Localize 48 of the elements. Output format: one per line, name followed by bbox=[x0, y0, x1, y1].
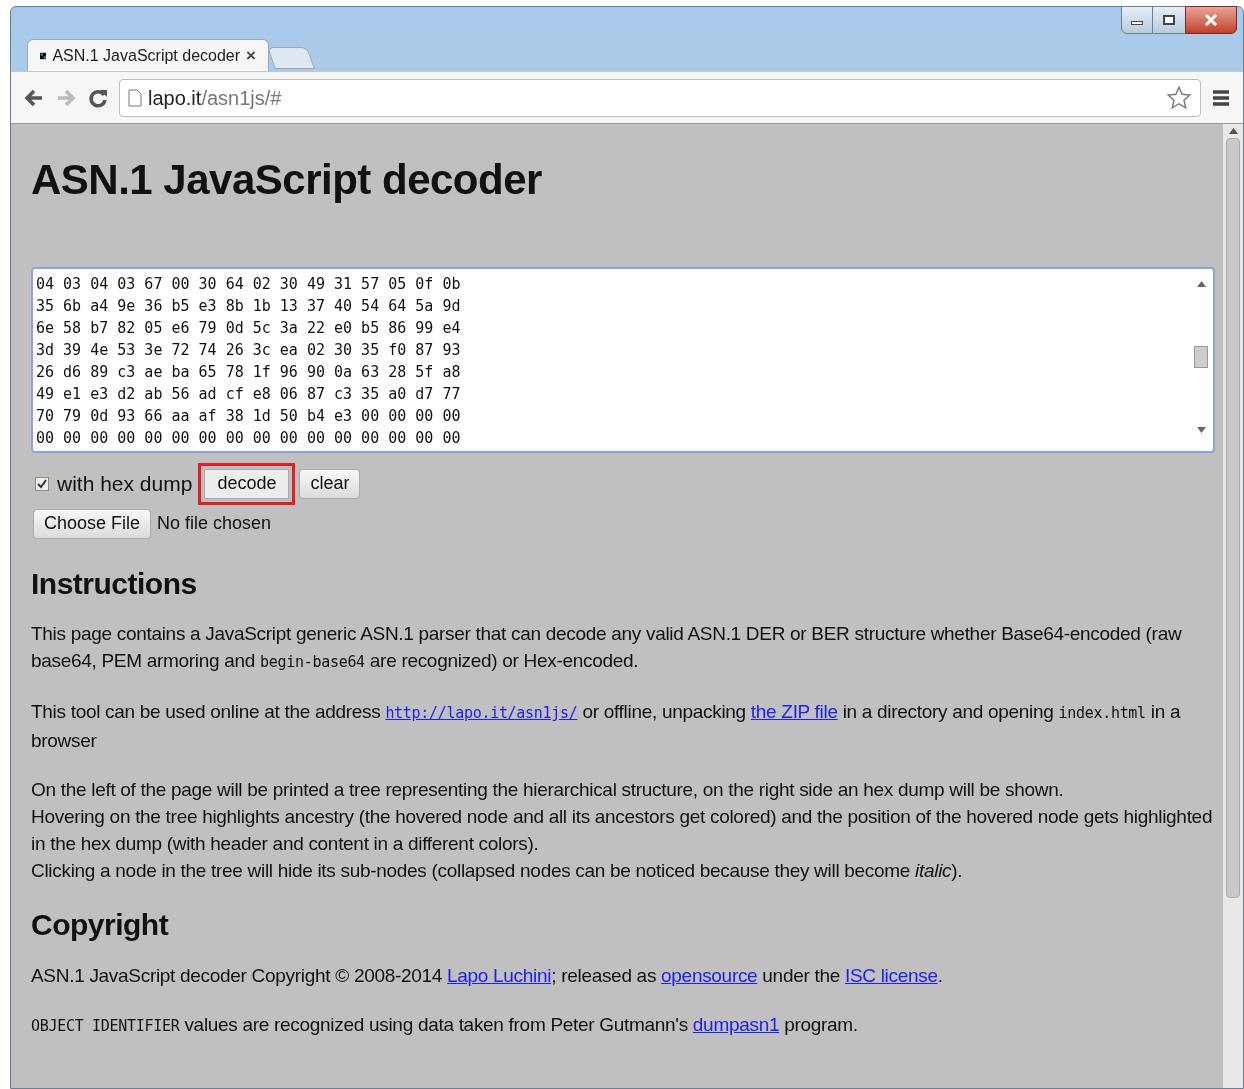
hex-line: 6e 58 b7 82 05 e6 79 0d 5c 3a 22 e0 b5 86 99 e4 bbox=[36, 317, 462, 339]
hex-line: 00 00 00 00 00 00 00 00 00 00 00 00 00 00 00 00 bbox=[36, 427, 462, 449]
url-host: lapo.it bbox=[148, 86, 202, 109]
hex-input-field[interactable] bbox=[31, 266, 1215, 453]
hex-line: 3d 39 4e 53 3e 72 74 26 3c ea 02 30 35 f0 87 93 bbox=[36, 339, 462, 361]
textarea-scroll-thumb[interactable] bbox=[1194, 345, 1208, 368]
section-heading: Copyright bbox=[31, 907, 170, 943]
link[interactable]: dumpasn1 bbox=[692, 1013, 780, 1035]
checkbox[interactable] bbox=[35, 476, 49, 491]
link[interactable]: opensource bbox=[661, 964, 758, 986]
hex-line: 04 03 04 03 67 00 30 64 02 30 49 31 57 05 0f 0b bbox=[36, 273, 462, 295]
hex-line: 49 e1 e3 d2 ab 56 ad cf e8 06 87 c3 35 a0 d7 77 bbox=[36, 383, 462, 405]
choose-file-button[interactable]: Choose File bbox=[33, 508, 152, 539]
scroll-up-icon[interactable] bbox=[1196, 280, 1206, 287]
star-icon[interactable] bbox=[1166, 84, 1192, 111]
paragraph: This page contains a JavaScript generic ASN.1 parser that can decode any valid ASN.1 DER or BER structure whether Base64-encoded (raw base64, PEM armoring and begin-base64 are recognized) or Hex-encoded. bbox=[31, 622, 1183, 673]
close-icon bbox=[1204, 14, 1218, 26]
scrollbar-thumb[interactable] bbox=[1226, 138, 1240, 898]
scroll-down-icon[interactable] bbox=[1196, 426, 1206, 433]
address-bar[interactable]: lapo.it/asn1js/# bbox=[119, 78, 1201, 117]
page-icon bbox=[128, 88, 142, 107]
browser-tab[interactable]: ASN.1 JavaScript decoder × bbox=[27, 39, 269, 71]
hex-line: 70 79 0d 93 66 aa af 38 1d 50 b4 e3 00 00 00 00 bbox=[36, 405, 462, 427]
paragraph: OBJECT IDENTIFIER values are recognized using data taken from Peter Gutmann's dumpasn1 program. bbox=[31, 1012, 859, 1037]
paragraph: On the left of the page will be printed a tree representing the hierarchical structure, on the right side an hex dump will be shown. Hovering on the tree highlights ancestry (the hovered node and all its ancestors get colored) and the position of the hovered node gets highlighted in the hex dump (with header and content in a different colors). Clicking a node in the tree will hide its sub-nodes (collapsed nodes can be noticed because they will become italic). bbox=[31, 778, 1214, 883]
paragraph: ASN.1 JavaScript decoder Copyright © 2008-2014 Lapo Luchini; released as opensource under the ISC license. bbox=[31, 963, 944, 988]
hex-line: 26 d6 89 c3 ae ba 65 78 1f 96 90 0a 63 28 5f a8 bbox=[36, 361, 462, 383]
link[interactable]: Lapo Luchini bbox=[447, 964, 552, 986]
scrollbar[interactable] bbox=[1223, 124, 1243, 1088]
tab-close-button[interactable]: × bbox=[246, 47, 256, 64]
link[interactable]: http://lapo.it/asn1js/ bbox=[385, 704, 578, 722]
close-button[interactable] bbox=[1185, 6, 1237, 34]
scroll-up-icon[interactable] bbox=[1228, 128, 1238, 134]
menu-icon[interactable] bbox=[1211, 87, 1231, 108]
decode-button[interactable]: decode bbox=[198, 462, 296, 505]
clear-button[interactable]: clear bbox=[299, 468, 361, 499]
link[interactable]: ISC license bbox=[844, 964, 938, 986]
paragraph: This tool can be used online at the address http://lapo.it/asn1js/ or offline, unpacking the ZIP file in a directory and opening index.html in a browser bbox=[31, 700, 1182, 753]
page-title: ASN.1 JavaScript decoder bbox=[31, 155, 543, 205]
hex-line: 35 6b a4 9e 36 b5 e3 8b 1b 13 37 40 54 64 5a 9d bbox=[36, 295, 462, 317]
section-heading: Instructions bbox=[31, 565, 198, 602]
tab-title: ASN.1 JavaScript decoder bbox=[52, 45, 241, 66]
maximize-button[interactable] bbox=[1153, 6, 1185, 34]
link[interactable]: the ZIP file bbox=[750, 701, 838, 722]
url-path: /asn1js/# bbox=[201, 86, 282, 109]
checkbox-label: with hex dump bbox=[57, 470, 193, 497]
minimize-button[interactable] bbox=[1121, 6, 1153, 34]
file-status: No file chosen bbox=[157, 512, 272, 535]
